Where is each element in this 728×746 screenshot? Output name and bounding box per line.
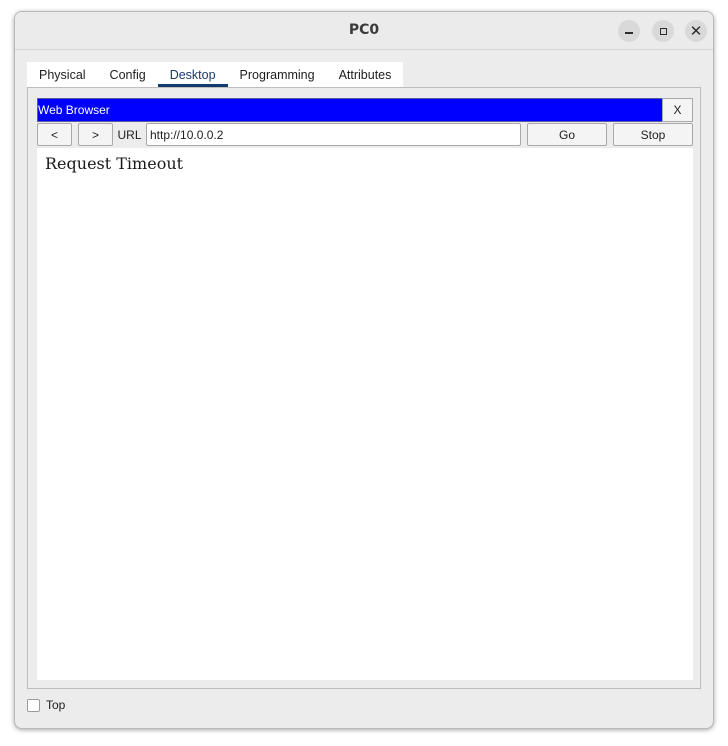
window-title: PC0 xyxy=(348,22,380,38)
tab-physical[interactable]: Physical xyxy=(27,62,98,87)
url-input[interactable] xyxy=(146,123,521,146)
page-message: Request Timeout xyxy=(45,154,184,173)
pc0-window: PC0 ✕ Physical Config Desktop Programmin… xyxy=(14,11,714,729)
title-bar[interactable]: PC0 ✕ xyxy=(15,12,713,50)
close-icon: ✕ xyxy=(689,21,703,40)
minimize-button[interactable] xyxy=(618,20,640,42)
tab-desktop[interactable]: Desktop xyxy=(157,62,228,87)
close-button[interactable]: ✕ xyxy=(685,20,707,42)
top-checkbox[interactable] xyxy=(27,698,40,712)
stop-button[interactable]: Stop xyxy=(613,123,693,146)
tab-attributes[interactable]: Attributes xyxy=(327,62,404,87)
footer-bar: Top xyxy=(27,698,65,712)
maximize-button[interactable] xyxy=(652,20,674,42)
tab-config[interactable]: Config xyxy=(98,62,158,87)
go-button[interactable]: Go xyxy=(527,123,607,146)
forward-button[interactable]: > xyxy=(78,123,113,146)
web-browser-title: Web Browser xyxy=(38,103,110,117)
url-label: URL xyxy=(117,127,142,142)
desktop-panel: Web Browser X < > URL Go Stop Request Ti… xyxy=(27,87,701,689)
browser-nav-bar: < > URL Go Stop xyxy=(37,123,693,147)
browser-page-area[interactable]: Request Timeout xyxy=(37,148,693,680)
minimize-icon xyxy=(625,32,633,34)
tab-bar: Physical Config Desktop Programming Attr… xyxy=(27,62,404,87)
tab-programming[interactable]: Programming xyxy=(228,62,327,87)
browser-close-button[interactable]: X xyxy=(662,98,693,122)
back-button[interactable]: < xyxy=(37,123,72,146)
maximize-icon xyxy=(659,27,667,35)
web-browser-header: Web Browser X xyxy=(37,98,693,122)
top-checkbox-label: Top xyxy=(46,698,66,712)
